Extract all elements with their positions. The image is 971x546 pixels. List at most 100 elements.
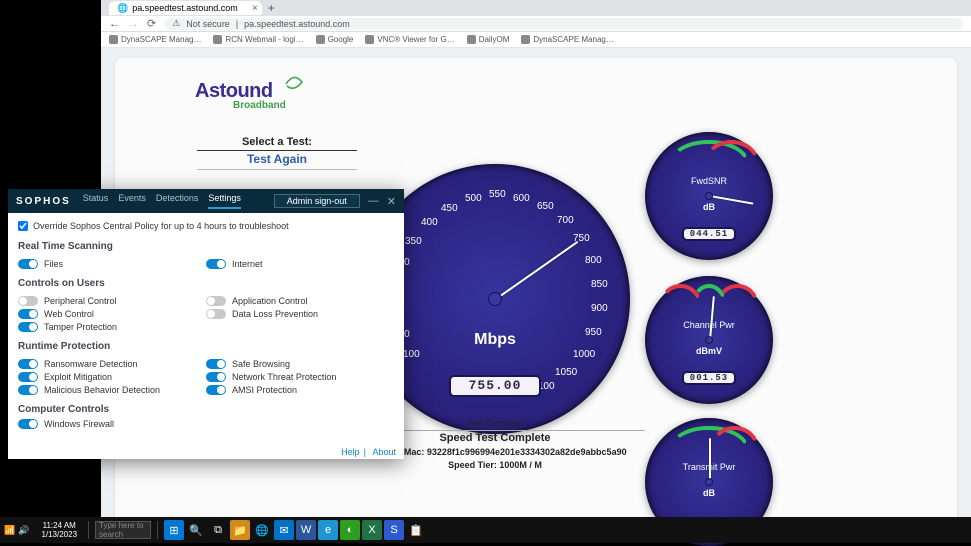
svg-text:400: 400 [421, 217, 438, 228]
toggle-netthreat[interactable]: Network Threat Protection [206, 372, 394, 382]
bookmark-icon [316, 35, 325, 44]
svg-text:1000: 1000 [573, 349, 596, 360]
toggle-switch[interactable] [18, 419, 38, 429]
toggle-switch[interactable] [206, 296, 226, 306]
toggle-switch[interactable] [18, 259, 38, 269]
sophos-titlebar[interactable]: SOPHOS Status Events Detections Settings… [8, 189, 404, 213]
logo-swirl-icon [284, 74, 304, 94]
toggle-internet[interactable]: Internet [206, 259, 394, 269]
url-input[interactable]: ⚠ Not secure | pa.speedtest.astound.com [164, 18, 963, 30]
toggle-switch[interactable] [18, 309, 38, 319]
toggle-dlp[interactable]: Data Loss Prevention [206, 309, 394, 319]
toggle-switch[interactable] [206, 309, 226, 319]
bookmark-item[interactable]: Google [316, 35, 354, 44]
word-icon[interactable]: W [296, 520, 316, 540]
svg-text:900: 900 [591, 303, 608, 314]
bookmark-item[interactable]: DailyOM [467, 35, 510, 44]
systray-icons[interactable]: 📶🔊 [0, 525, 33, 536]
bookmark-icon [109, 35, 118, 44]
toggle-switch[interactable] [18, 359, 38, 369]
excel-icon[interactable]: X [362, 520, 382, 540]
toggle-switch[interactable] [206, 259, 226, 269]
tab-strip: 🌐 pa.speedtest.astound.com × + [101, 0, 971, 16]
toggle-switch[interactable] [18, 296, 38, 306]
nav-settings[interactable]: Settings [208, 193, 241, 209]
minimize-icon[interactable]: — [368, 195, 379, 207]
app-icon[interactable]: S [384, 520, 404, 540]
wifi-icon[interactable]: 📶 [4, 525, 15, 536]
back-icon[interactable]: ← [109, 18, 120, 30]
toggle-switch[interactable] [206, 385, 226, 395]
help-link[interactable]: Help [341, 447, 360, 457]
section-cou: Controls on Users [18, 278, 394, 289]
start-icon[interactable]: ⊞ [164, 520, 184, 540]
gauge-unit: dB [703, 202, 715, 212]
section-rtp: Runtime Protection [18, 341, 394, 352]
toggle-exploit[interactable]: Exploit Mitigation [18, 372, 206, 382]
chrome-icon[interactable]: 🌐 [252, 520, 272, 540]
bookmark-icon [467, 35, 476, 44]
search-icon[interactable]: 🔍 [186, 520, 206, 540]
sophos-body: Override Sophos Central Policy for up to… [8, 213, 404, 440]
taskbar-clock[interactable]: 11:24 AM 1/13/2023 [33, 521, 85, 539]
sophos-window[interactable]: SOPHOS Status Events Detections Settings… [8, 189, 404, 459]
browser-tab[interactable]: 🌐 pa.speedtest.astound.com × [109, 1, 262, 15]
toggle-malb[interactable]: Malicious Behavior Detection [18, 385, 206, 395]
nav-detections[interactable]: Detections [156, 193, 199, 209]
admin-signout-button[interactable]: Admin sign-out [274, 194, 360, 208]
toggle-safeb[interactable]: Safe Browsing [206, 359, 394, 369]
gauge-unit: dB [703, 488, 715, 498]
nav-events[interactable]: Events [118, 193, 146, 209]
outlook-icon[interactable]: ✉ [274, 520, 294, 540]
taskbar[interactable]: 📶🔊 11:24 AM 1/13/2023 Type here to searc… [0, 517, 971, 543]
svg-text:800: 800 [585, 255, 602, 266]
toggle-tamper[interactable]: Tamper Protection [18, 322, 206, 332]
toggle-appctrl[interactable]: Application Control [206, 296, 394, 306]
gauge-hub [488, 292, 502, 306]
toggle-ransom[interactable]: Ransomware Detection [18, 359, 206, 369]
gauge-title: FwdSNR [691, 176, 727, 186]
taskbar-search[interactable]: Type here to search [95, 521, 151, 539]
new-tab-button[interactable]: + [268, 1, 275, 15]
toggle-amsi[interactable]: AMSI Protection [206, 385, 394, 395]
edge-icon[interactable]: e [318, 520, 338, 540]
toggle-switch[interactable] [206, 372, 226, 382]
toggle-webctrl[interactable]: Web Control [18, 309, 206, 319]
gauge-needle [709, 438, 711, 482]
about-link[interactable]: About [372, 447, 396, 457]
toggle-peripheral[interactable]: Peripheral Control [18, 296, 206, 306]
bookmark-icon [213, 35, 222, 44]
svg-text:650: 650 [537, 201, 554, 212]
toggle-firewall[interactable]: Windows Firewall [18, 419, 394, 429]
test-again-link[interactable]: Test Again [197, 152, 357, 170]
override-row[interactable]: Override Sophos Central Policy for up to… [18, 221, 394, 231]
bookmark-item[interactable]: VNC® Viewer for G… [365, 35, 454, 44]
clock-time: 11:24 AM [41, 521, 77, 530]
toggle-switch[interactable] [206, 359, 226, 369]
override-checkbox[interactable] [18, 221, 28, 231]
app-icon[interactable]: 📋 [406, 520, 426, 540]
toggle-switch[interactable] [18, 385, 38, 395]
qb-icon[interactable]: ◐ [340, 520, 360, 540]
bookmark-item[interactable]: RCN Webmail - logi… [213, 35, 303, 44]
nav-status[interactable]: Status [83, 193, 109, 209]
url-text: pa.speedtest.astound.com [244, 19, 350, 29]
close-icon[interactable]: ✕ [387, 195, 396, 208]
svg-text:450: 450 [441, 203, 458, 214]
svg-text:550: 550 [489, 189, 506, 200]
toggle-switch[interactable] [18, 322, 38, 332]
gauge-channel-pwr: Channel Pwr dBmV 001.53 [645, 276, 773, 404]
toggle-files[interactable]: Files [18, 259, 206, 269]
bookmark-item[interactable]: DynaSCAPE Manag… [521, 35, 613, 44]
close-tab-icon[interactable]: × [252, 3, 258, 14]
sound-icon[interactable]: 🔊 [18, 525, 29, 536]
toggle-switch[interactable] [18, 372, 38, 382]
bookmark-icon [365, 35, 374, 44]
taskview-icon[interactable]: ⧉ [208, 520, 228, 540]
svg-text:1050: 1050 [555, 367, 578, 378]
bookmark-item[interactable]: DynaSCAPE Manag… [109, 35, 201, 44]
forward-icon[interactable]: → [128, 18, 139, 30]
reload-icon[interactable]: ⟳ [147, 17, 156, 30]
explorer-icon[interactable]: 📁 [230, 520, 250, 540]
select-test-heading: Select a Test: [197, 136, 357, 151]
